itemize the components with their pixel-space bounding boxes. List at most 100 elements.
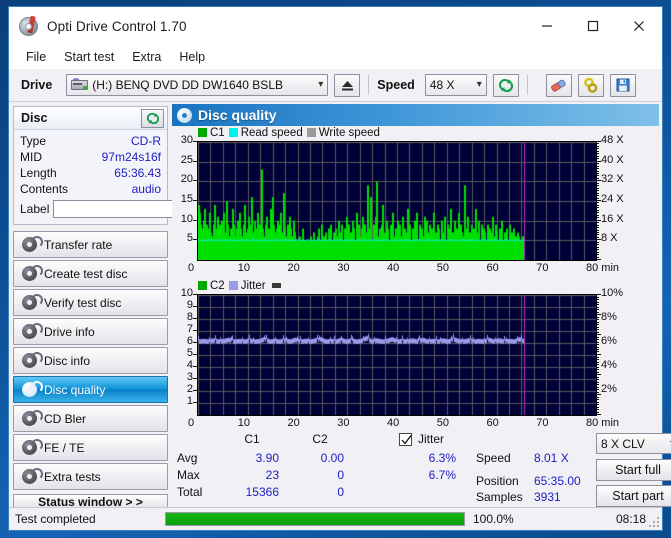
sidebar-item-drive-info[interactable]: Drive info — [13, 318, 168, 345]
legend-write-speed: Write speed — [306, 127, 380, 139]
eject-button[interactable] — [334, 73, 361, 97]
start-part-button[interactable]: Start part — [596, 485, 671, 507]
app-window: Opti Drive Control 1.70 File Start test … — [8, 6, 671, 531]
y-tick-label: 8 — [186, 311, 193, 324]
write-mode-select[interactable]: 8 X CLV ▾ — [596, 433, 671, 454]
stats-avg-jitter: 6.3% — [428, 451, 456, 465]
y2-tick-mark — [596, 225, 599, 226]
drive-select[interactable]: (H:) BENQ DVD DD DW1640 BSLB ▾ — [66, 74, 329, 96]
y2-tick-mark — [596, 362, 599, 364]
jitter-checkbox[interactable] — [399, 433, 412, 446]
y2-tick-mark — [596, 153, 599, 154]
y2-tick-mark — [596, 178, 599, 179]
y2-tick-mark — [596, 163, 599, 164]
y2-tick-mark — [596, 190, 599, 191]
y-tick-label: 10 — [180, 212, 193, 225]
eraser-button[interactable] — [545, 73, 572, 97]
y2-tick-mark — [596, 156, 599, 157]
sidebar-item-label: Create test disc — [44, 266, 128, 281]
sidebar-item-extra-tests[interactable]: Extra tests — [13, 463, 168, 490]
legend-swatch — [198, 281, 207, 291]
nav-list: Transfer rate Create test disc Verify te… — [13, 231, 168, 490]
menu-bar: File Start test Extra Help — [9, 45, 662, 69]
y2-tick-mark — [596, 359, 599, 361]
disc-row-type: Type CD-R — [20, 133, 161, 149]
disc-row-value: 97m24s16f — [101, 150, 161, 164]
y2-tick-mark — [596, 319, 599, 321]
refresh-button[interactable] — [492, 73, 519, 97]
x-tick-label: 30 — [337, 417, 350, 430]
y2-tick-mark — [596, 402, 599, 404]
sidebar-item-label: Transfer rate — [44, 237, 113, 252]
x-tick-label: 30 — [337, 262, 350, 274]
c1-legend: C1 Read speed Write speed — [172, 126, 659, 139]
y-tick-label: 4 — [186, 359, 193, 372]
stats-col-c2: C2 — [312, 432, 328, 446]
y2-tick-mark — [596, 148, 599, 149]
sidebar-item-disc-info[interactable]: Disc info — [13, 347, 168, 374]
y-tick-mark — [193, 161, 197, 162]
sidebar-item-cd-bler[interactable]: CD Bler — [13, 405, 168, 432]
app-disc-icon — [18, 15, 38, 36]
stats-row-label-max: Max — [177, 468, 200, 482]
y2-tick-mark — [596, 334, 601, 336]
menu-help[interactable]: Help — [170, 48, 214, 66]
sidebar-item-fe-te[interactable]: FE / TE — [13, 434, 168, 461]
y-tick-mark — [193, 330, 197, 332]
maximize-icon[interactable] — [570, 7, 616, 45]
y2-tick-mark — [596, 302, 599, 304]
y-tick-label: 20 — [180, 173, 193, 186]
menu-start-test[interactable]: Start test — [55, 48, 123, 66]
y2-tick-mark — [596, 257, 599, 258]
y2-tick-mark — [596, 307, 599, 309]
speed-select[interactable]: 48 X ▾ — [424, 74, 487, 96]
x-tick-label: 60 — [486, 262, 499, 274]
legend-label: C1 — [210, 126, 225, 139]
y-tick-label: 10 — [180, 287, 193, 300]
toolbar-separator — [526, 75, 528, 95]
content-pane: Disc quality C1 Read speed Write speed 5… — [172, 102, 671, 507]
close-icon[interactable] — [616, 7, 662, 45]
stats-right: Speed 8.01 X Position 65:35.00 Samples 3… — [472, 429, 671, 507]
y2-tick-mark — [596, 141, 601, 142]
disc-panel-header: Disc — [14, 107, 167, 130]
start-full-button[interactable]: Start full — [596, 459, 671, 481]
stats-panel: C1 C2 Jitter Avg 3.90 0.00 6.3% Max 23 0 — [172, 429, 671, 507]
y2-tick-mark — [596, 207, 599, 208]
chain-link-button[interactable] — [577, 73, 604, 97]
disc-refresh-button[interactable] — [141, 108, 164, 128]
write-mode-value: 8 X CLV — [601, 436, 645, 451]
legend-label: Read speed — [240, 126, 303, 139]
y2-tick-mark — [596, 412, 599, 414]
y2-tick-mark — [596, 232, 599, 233]
sidebar-item-create-test-disc[interactable]: Create test disc — [13, 260, 168, 287]
y-tick-label: 5 — [186, 232, 193, 245]
chevron-down-icon: ▾ — [476, 79, 482, 90]
minimize-icon[interactable] — [524, 7, 570, 45]
menu-file[interactable]: File — [17, 48, 55, 66]
y2-tick-mark — [596, 397, 599, 399]
save-button[interactable] — [609, 73, 636, 97]
y2-tick-mark — [596, 252, 599, 253]
menu-extra[interactable]: Extra — [123, 48, 170, 66]
y2-tick-mark — [596, 205, 599, 206]
y-tick-mark — [193, 366, 197, 368]
stats-avg-c2: 0.00 — [320, 451, 344, 465]
disc-label-key: Label — [20, 202, 50, 216]
y2-tick-mark — [596, 327, 599, 329]
y2-tick-mark — [596, 367, 599, 369]
c1-plot[interactable] — [197, 141, 597, 261]
y2-tick-mark — [596, 387, 599, 389]
disc-icon — [22, 265, 43, 281]
sidebar-item-transfer-rate[interactable]: Transfer rate — [13, 231, 168, 258]
sidebar-item-verify-test-disc[interactable]: Verify test disc — [13, 289, 168, 316]
y2-tick-mark — [596, 299, 599, 301]
resize-grip[interactable] — [647, 515, 659, 527]
c2-plot[interactable] — [197, 294, 597, 417]
sidebar-item-disc-quality[interactable]: Disc quality — [13, 376, 168, 403]
y2-tick-mark — [596, 242, 599, 243]
c2-chart: C2 Jitter 1 2 3 4 5 6 7 8 9 10 2% 4% 6% 8% 10% 0 10 20 3… — [172, 279, 659, 430]
y2-tick-mark — [596, 407, 599, 409]
y2-tick-mark — [596, 244, 599, 245]
status-text: Test completed — [15, 512, 96, 526]
